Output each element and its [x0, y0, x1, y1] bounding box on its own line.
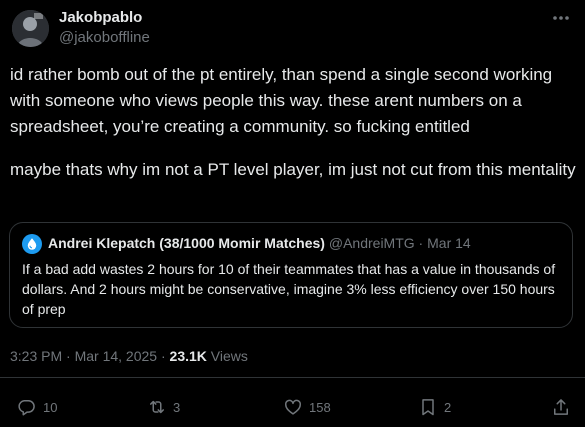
bookmark-icon [422, 399, 434, 416]
repost-count: 3 [173, 399, 181, 415]
views-count[interactable]: 23.1K [170, 348, 207, 364]
action-bar: 10 3 158 2 [0, 393, 585, 423]
quote-date[interactable]: Mar 14 [427, 235, 471, 251]
tweet: Jakobpablo @jakoboffline id rather bomb … [0, 0, 585, 427]
more-button[interactable] [548, 7, 574, 29]
tweet-paragraph: id rather bomb out of the pt entirely, t… [10, 65, 553, 136]
quote-header: Andrei Klepatch (38/1000 Momir Matches) … [48, 235, 471, 251]
avatar[interactable] [12, 10, 49, 47]
share-button[interactable] [551, 393, 571, 421]
mtg-blue-mana-icon [27, 238, 37, 250]
timestamp-row: 3:23 PM · Mar 14, 2025 · 23.1K Views [10, 348, 248, 364]
bookmark-button[interactable]: 2 [418, 393, 451, 421]
reply-count: 10 [43, 399, 58, 415]
quote-display-name[interactable]: Andrei Klepatch (38/1000 Momir Matches) [48, 235, 325, 251]
repost-icon [150, 400, 164, 414]
heart-icon [284, 399, 302, 415]
quote-separator: · [414, 235, 428, 251]
more-icon [553, 16, 569, 20]
quote-handle[interactable]: @AndreiMTG [329, 235, 415, 251]
quoted-tweet[interactable]: Andrei Klepatch (38/1000 Momir Matches) … [9, 222, 573, 328]
reply-button[interactable]: 10 [17, 393, 57, 421]
like-count: 158 [309, 399, 331, 415]
timestamp[interactable]: 3:23 PM · Mar 14, 2025 [10, 348, 157, 364]
display-name[interactable]: Jakobpablo [59, 9, 142, 26]
tweet-text: id rather bomb out of the pt entirely, t… [10, 62, 578, 183]
handle[interactable]: @jakoboffline [59, 29, 150, 46]
bookmark-count: 2 [444, 399, 452, 415]
timestamp-separator: · [157, 348, 170, 364]
repost-button[interactable]: 3 [147, 393, 180, 421]
like-button[interactable]: 158 [283, 393, 331, 421]
tweet-paragraph: maybe thats why im not a PT level player… [10, 160, 576, 179]
quote-text: If a bad add wastes 2 hours for 10 of th… [22, 261, 556, 317]
quote-avatar [22, 234, 42, 254]
divider [0, 377, 585, 378]
avatar-image [12, 10, 49, 47]
views-label: Views [210, 348, 248, 364]
share-icon [554, 399, 568, 415]
reply-icon [18, 400, 35, 416]
